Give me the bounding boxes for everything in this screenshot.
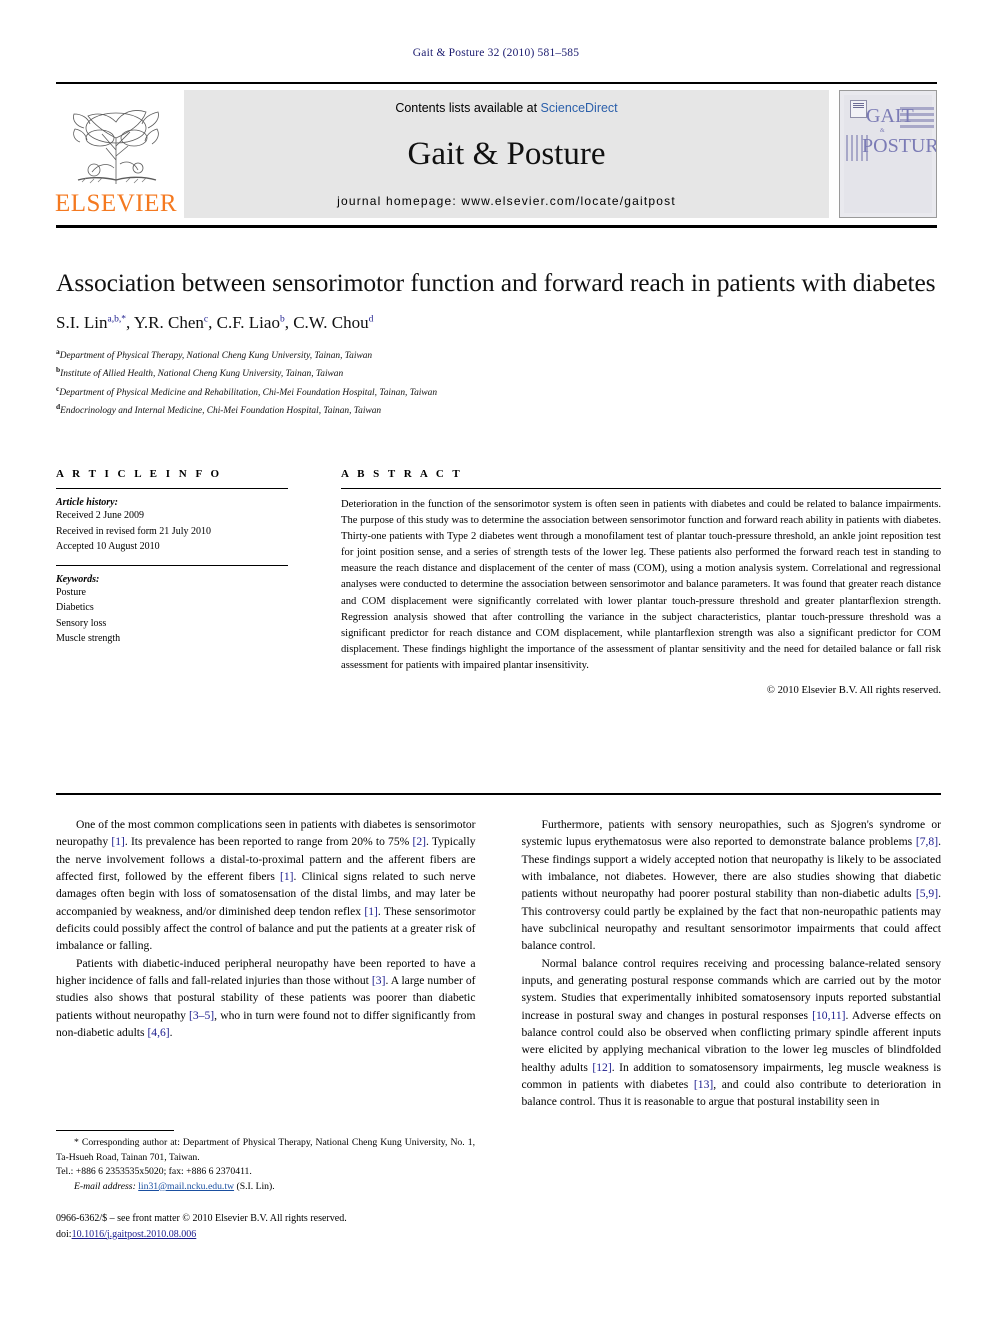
abstract-bottom-rule [56, 793, 941, 795]
author-name: S.I. Lin [56, 313, 108, 333]
abstract-text: Deterioration in the function of the sen… [341, 499, 941, 671]
email-line: E-mail address: lin31@mail.ncku.edu.tw (… [56, 1180, 475, 1195]
body-column-left: One of the most common complications see… [56, 816, 476, 1111]
article-info-heading: A R T I C L E I N F O [56, 468, 223, 480]
elsevier-tree-icon [73, 110, 159, 184]
affiliation-text: Department of Physical Therapy, National… [59, 351, 373, 362]
keywords-rule [56, 564, 288, 566]
affiliation-text: Department of Physical Medicine and Reha… [59, 387, 438, 398]
author-name: C.F. Liao [216, 313, 280, 333]
citation-ref[interactable]: [7,8] [916, 835, 938, 848]
masthead-top-rule [56, 82, 937, 84]
author-entry[interactable]: C.W. Choud [293, 313, 373, 332]
author-entry[interactable]: C.F. Liaob [217, 313, 285, 332]
citation-ref[interactable]: [3] [372, 974, 386, 987]
sciencedirect-link[interactable]: ScienceDirect [541, 101, 618, 115]
author-affiliation-marker: b [279, 314, 285, 325]
affiliation-item: bInstitute of Allied Health, National Ch… [56, 364, 941, 382]
email-label: E-mail address: [74, 1180, 136, 1192]
contents-available-line: Contents lists available at ScienceDirec… [395, 101, 617, 115]
email-owner: (S.I. Lin). [236, 1180, 275, 1192]
front-matter-line: 0966-6362/$ – see front matter © 2010 El… [56, 1213, 347, 1224]
doi-link[interactable]: 10.1016/j.gaitpost.2010.08.006 [72, 1229, 197, 1240]
imprint-block: 0966-6362/$ – see front matter © 2010 El… [56, 1211, 556, 1242]
journal-cover-thumbnail[interactable]: GAIT & POSTURE [839, 90, 937, 218]
citation-ref[interactable]: [1] [364, 905, 378, 918]
journal-masthead: ELSEVIER Contents lists available at Sci… [54, 82, 937, 228]
keyword-item: Diabetics [56, 602, 94, 613]
keywords-block: Keywords: Posture Diabetics Sensory loss… [56, 564, 288, 647]
history-item: Received 2 June 2009 [56, 510, 145, 521]
affiliation-item: dEndocrinology and Internal Medicine, Ch… [56, 401, 941, 419]
author-affiliation-marker: d [368, 314, 374, 325]
affiliation-text: Institute of Allied Health, National Che… [60, 369, 344, 380]
citation-ref[interactable]: [10,11] [812, 1009, 845, 1022]
author-affiliation-marker: c [203, 314, 209, 325]
article-history-label: Article history: [56, 497, 118, 508]
citation-ref[interactable]: [1] [280, 870, 294, 883]
cover-ampersand: & [880, 128, 887, 134]
author-affiliation-marker: a,b,* [107, 314, 126, 325]
elsevier-logo: ELSEVIER [54, 90, 178, 218]
elsevier-wordmark: ELSEVIER [54, 190, 178, 217]
body-column-right: Furthermore, patients with sensory neuro… [522, 816, 942, 1111]
journal-title: Gait & Posture [407, 136, 606, 172]
citation-ref[interactable]: [1] [111, 835, 125, 848]
keyword-item: Muscle strength [56, 633, 121, 644]
body-paragraph: One of the most common complications see… [56, 818, 476, 953]
journal-homepage-line[interactable]: journal homepage: www.elsevier.com/locat… [337, 194, 676, 208]
title-block: Association between sensorimotor functio… [56, 267, 941, 420]
affiliation-text: Endocrinology and Internal Medicine, Chi… [60, 406, 382, 417]
cover-title-gait: GAIT [866, 105, 914, 127]
history-item: Accepted 10 August 2010 [56, 541, 160, 552]
article-info-rule [56, 488, 288, 489]
footnote-rule [56, 1130, 174, 1131]
info-abstract-region: A R T I C L E I N F O Article history: R… [56, 468, 941, 696]
author-entry[interactable]: S.I. Lina,b,* [56, 313, 126, 332]
citation-ref[interactable]: [4,6] [147, 1026, 169, 1039]
author-name: C.W. Chou [293, 313, 369, 333]
abstract-copyright: © 2010 Elsevier B.V. All rights reserved… [766, 685, 941, 697]
cover-badge-icon [850, 100, 867, 118]
history-item: Received in revised form 21 July 2010 [56, 525, 211, 537]
body-paragraph: Normal balance control requires receivin… [521, 956, 942, 1109]
article-info-column: A R T I C L E I N F O Article history: R… [56, 468, 288, 696]
page-title: Association between sensorimotor functio… [56, 268, 936, 297]
journal-article-page: Gait & Posture 32 (2010) 581–585 ELSEVIE… [0, 0, 992, 1323]
contents-prefix: Contents lists available at [395, 101, 541, 115]
affiliation-list: aDepartment of Physical Therapy, Nationa… [56, 346, 941, 419]
doi-label: doi: [56, 1228, 72, 1240]
author-entry[interactable]: Y.R. Chenc [134, 313, 208, 332]
affiliation-item: cDepartment of Physical Medicine and Reh… [56, 383, 941, 401]
keyword-item: Posture [56, 586, 86, 598]
corresponding-author-footnote: * Corresponding author at: Department of… [56, 1130, 475, 1194]
email-link[interactable]: lin31@mail.ncku.edu.tw [138, 1181, 234, 1192]
abstract-heading: A B S T R A C T [341, 468, 463, 480]
keyword-item: Sensory loss [56, 617, 107, 629]
author-list: S.I. Lina,b,*, Y.R. Chenc, C.F. Liaob, C… [56, 313, 374, 333]
citation-ref[interactable]: [12] [592, 1061, 611, 1074]
citation-ref[interactable]: [3–5] [189, 1009, 214, 1022]
cover-title-posture: POSTURE [862, 135, 936, 157]
body-paragraph: Furthermore, patients with sensory neuro… [521, 818, 942, 953]
masthead-bottom-rule [56, 225, 937, 228]
masthead-center-panel: Contents lists available at ScienceDirec… [184, 90, 829, 218]
affiliation-item: aDepartment of Physical Therapy, Nationa… [56, 346, 941, 364]
cover-inner: GAIT & POSTURE [844, 95, 936, 213]
citation-ref[interactable]: [5,9] [916, 887, 938, 900]
running-head: Gait & Posture 32 (2010) 581–585 [412, 47, 580, 59]
citation-ref[interactable]: [2] [412, 835, 426, 848]
doi-line: doi:10.1016/j.gaitpost.2010.08.006 [56, 1227, 556, 1243]
abstract-rule [341, 488, 941, 489]
body-paragraph: Patients with diabetic-induced periphera… [56, 956, 476, 1039]
author-name: Y.R. Chen [133, 313, 204, 333]
abstract-column: A B S T R A C T Deterioration in the fun… [341, 468, 941, 696]
keywords-label: Keywords: [56, 573, 100, 585]
body-columns: One of the most common complications see… [56, 816, 941, 1111]
citation-ref[interactable]: [13] [694, 1078, 713, 1091]
corresponding-author-text: * Corresponding author at: Department of… [56, 1137, 475, 1163]
contact-tel-text: Tel.: +886 6 2353535x5020; fax: +886 6 2… [56, 1166, 252, 1178]
